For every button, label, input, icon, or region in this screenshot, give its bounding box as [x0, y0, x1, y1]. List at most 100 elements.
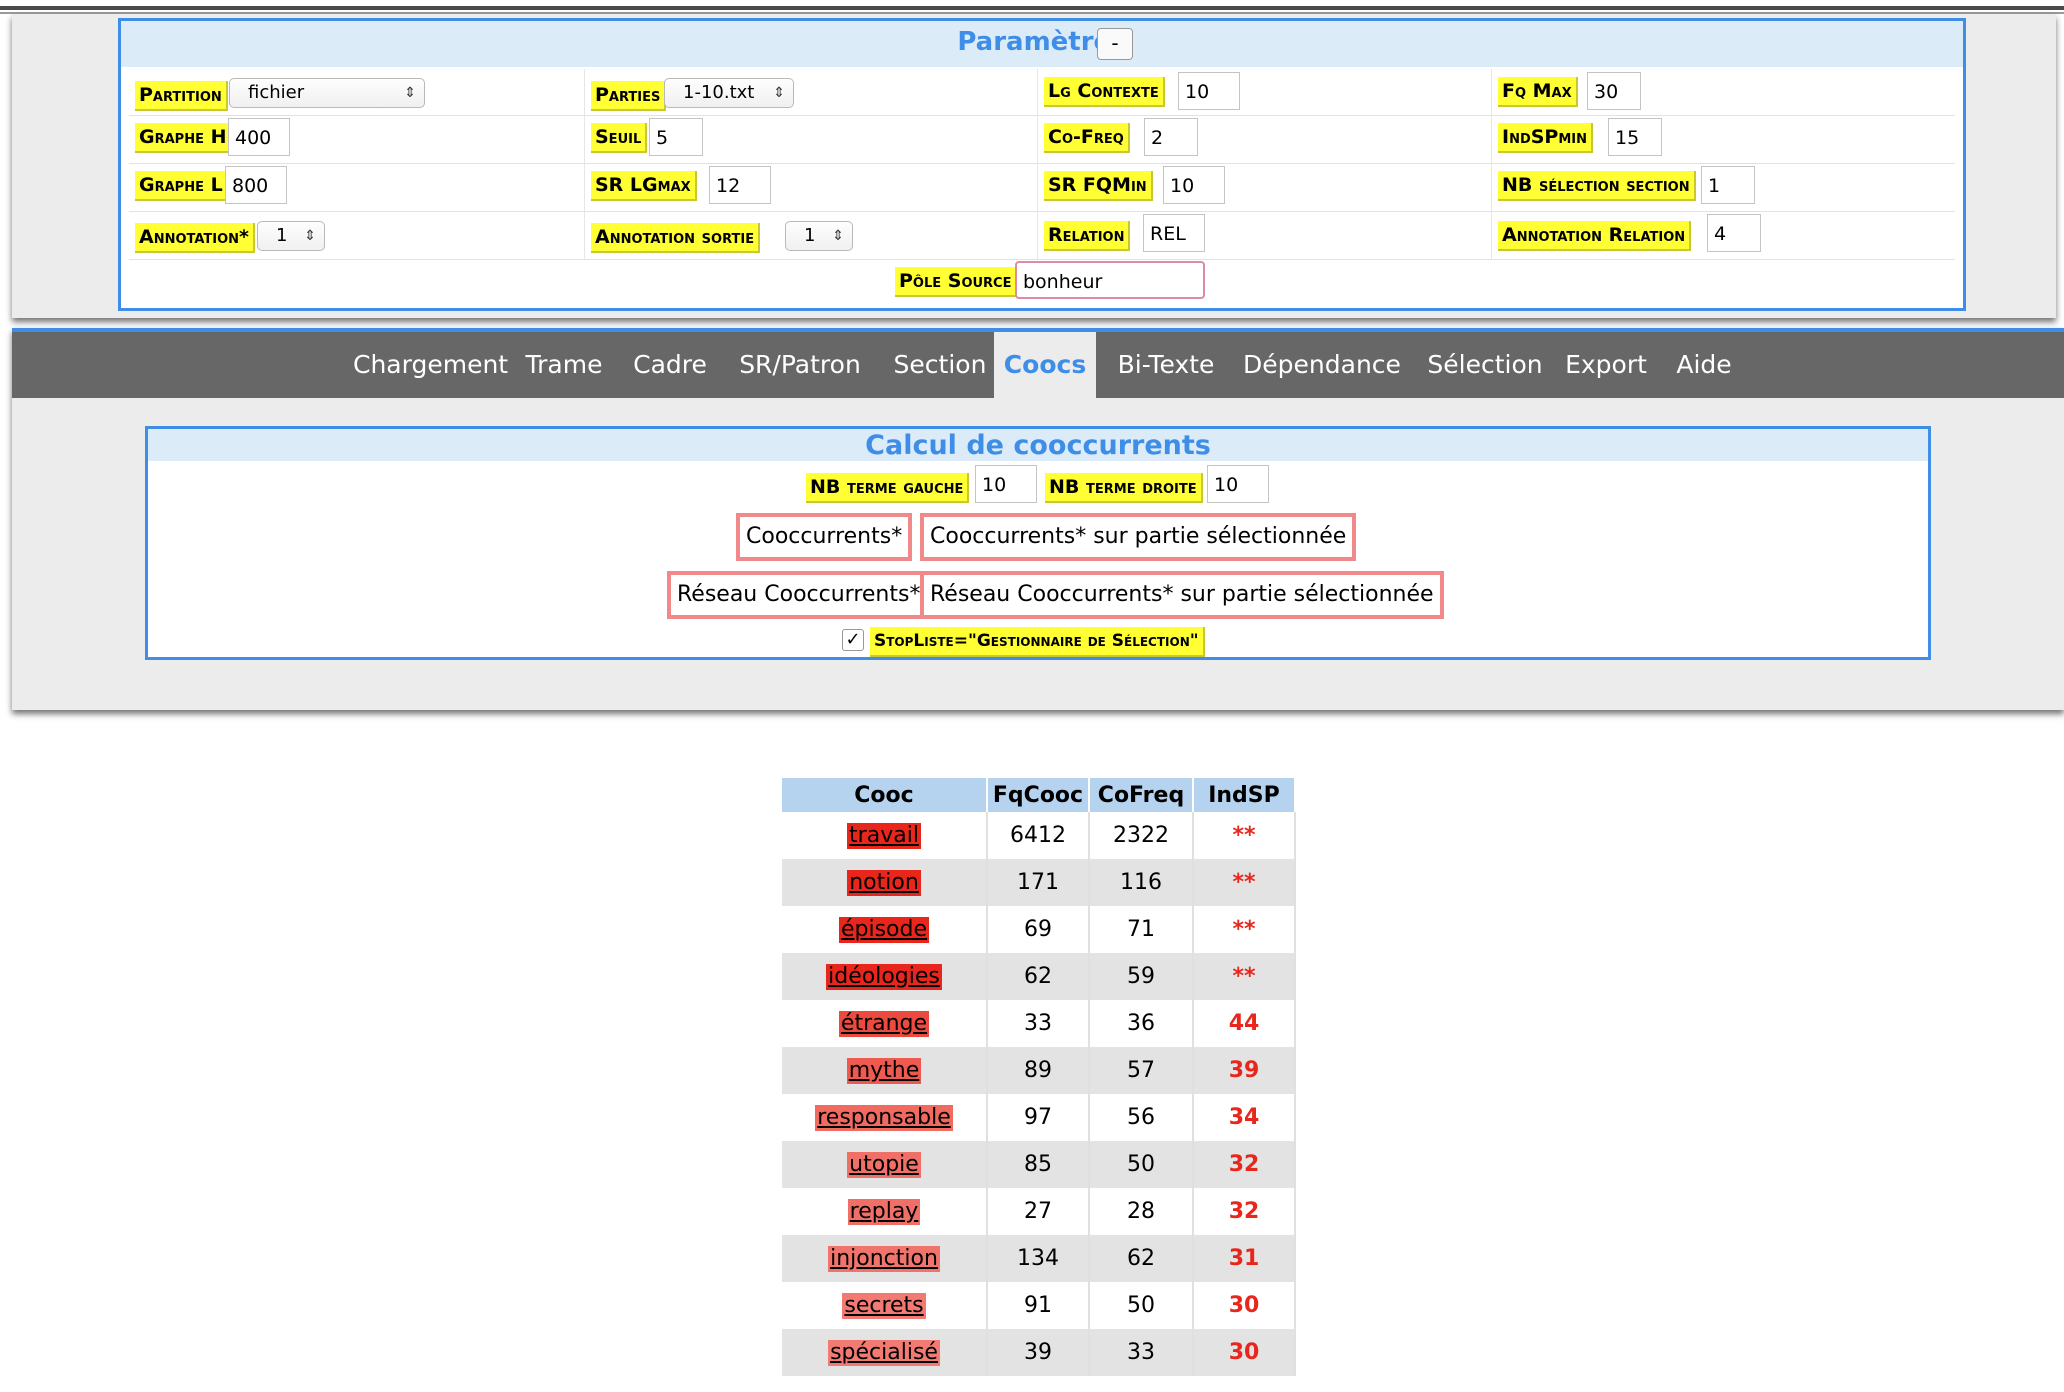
cooc-word-link[interactable]: spécialisé [828, 1339, 940, 1366]
indsp-cell: 32 [1193, 1188, 1296, 1235]
cofreq-cell: 50 [1089, 1282, 1194, 1329]
tab-trame[interactable]: Trame [523, 332, 605, 398]
tab-cadre[interactable]: Cadre [629, 332, 711, 398]
cooc-word-link[interactable]: mythe [846, 1057, 922, 1084]
relation-input[interactable]: REL [1143, 214, 1205, 252]
tab-aide[interactable]: Aide [1666, 332, 1742, 398]
sr-fqmin-input[interactable]: 10 [1163, 166, 1225, 204]
cooc-word-link[interactable]: notion [847, 869, 921, 896]
tab-chargement[interactable]: Chargement [353, 332, 508, 398]
indsp-cell: 32 [1193, 1141, 1296, 1188]
cell-divider [1491, 69, 1492, 115]
header-indsp[interactable]: IndSP [1193, 778, 1296, 812]
tab-bi-texte[interactable]: Bi-Texte [1110, 332, 1222, 398]
select-arrows-icon: ⇕ [404, 85, 416, 101]
select-arrows-icon: ⇕ [304, 228, 316, 244]
annotation-relation-input[interactable]: 4 [1707, 214, 1761, 252]
tab-section[interactable]: Section [885, 332, 995, 398]
cooc-results-table: Cooc FqCooc CoFreq IndSP travail 6412 2322… [782, 778, 1296, 1376]
partition-select-value: fichier [248, 82, 305, 103]
cell-divider [1491, 163, 1492, 211]
fqcooc-cell: 69 [987, 906, 1090, 953]
parameters-box: Paramètres - Partition fichier ⇕ Parties … [118, 18, 1966, 311]
cooc-word-link[interactable]: idéologies [826, 963, 942, 990]
pole-source-input[interactable]: bonheur [1015, 261, 1205, 299]
params-row-3: Graphe L 800 SR LGmax 12 SR FQMin 10 NB … [129, 163, 1955, 212]
fq-max-input[interactable]: 30 [1587, 72, 1641, 110]
cooc-cell: épisode [782, 906, 988, 953]
cofreq-cell: 71 [1089, 906, 1194, 953]
header-cooc[interactable]: Cooc [782, 778, 988, 812]
sr-fqmin-label: SR FQMin [1044, 171, 1153, 201]
indsp-cell: 30 [1193, 1282, 1296, 1329]
cell-divider [1037, 163, 1038, 211]
indsp-cell: 34 [1193, 1094, 1296, 1141]
nb-terme-droite-input[interactable]: 10 [1207, 465, 1269, 503]
table-row: replay 27 28 32 [782, 1188, 1296, 1235]
stopliste-checkbox[interactable]: ✓ [842, 629, 864, 651]
cofreq-cell: 28 [1089, 1188, 1194, 1235]
cooccurrents-partie-button[interactable]: Cooccurrents* sur partie sélectionnée [920, 513, 1357, 561]
indsp-cell: ** [1193, 906, 1296, 953]
cell-divider [584, 115, 585, 163]
cell-divider [584, 69, 585, 115]
seuil-input[interactable]: 5 [649, 118, 703, 156]
cooc-box: Calcul de cooccurrents NB terme gauche 1… [145, 426, 1931, 660]
cooc-word-link[interactable]: utopie [847, 1151, 921, 1178]
annotation-sortie-select[interactable]: 1 ⇕ [785, 221, 853, 251]
cofreq-cell: 56 [1089, 1094, 1194, 1141]
parties-select[interactable]: 1-10.txt ⇕ [664, 78, 794, 108]
stopliste-label: StopListe="Gestionnaire de Sélection" [870, 627, 1205, 657]
pole-source-label: Pôle Source [895, 267, 1018, 297]
top-border [0, 6, 2064, 10]
tab-coocs[interactable]: Coocs [994, 332, 1096, 398]
cell-divider [584, 211, 585, 259]
table-body: travail 6412 2322 ** notion 171 116 ** épisode 69… [782, 812, 1296, 1376]
nb-terme-gauche-input[interactable]: 10 [975, 465, 1037, 503]
tab-dependance[interactable]: Dépendance [1240, 332, 1404, 398]
graphe-l-input[interactable]: 800 [225, 166, 287, 204]
tab-selection[interactable]: Sélection [1420, 332, 1550, 398]
partition-select[interactable]: fichier ⇕ [229, 78, 425, 108]
main-panel: Chargement Trame Cadre SR/Patron Section… [12, 328, 2064, 710]
cooc-word-link[interactable]: travail [847, 822, 921, 849]
table-row: épisode 69 71 ** [782, 906, 1296, 953]
cooc-word-link[interactable]: épisode [838, 916, 930, 943]
cooc-cell: spécialisé [782, 1329, 988, 1376]
cooc-word-link[interactable]: secrets [842, 1292, 926, 1319]
cooc-cell: utopie [782, 1141, 988, 1188]
graphe-l-label: Graphe L [135, 171, 229, 201]
collapse-button[interactable]: - [1097, 28, 1133, 60]
cooccurrents-button[interactable]: Cooccurrents* [736, 513, 913, 561]
reseau-cooccurrents-button[interactable]: Réseau Cooccurrents* [667, 571, 931, 619]
graphe-h-label: Graphe H [135, 123, 233, 153]
table-row: responsable 97 56 34 [782, 1094, 1296, 1141]
header-cofreq[interactable]: CoFreq [1089, 778, 1194, 812]
sr-lgmax-input[interactable]: 12 [709, 166, 771, 204]
graphe-h-input[interactable]: 400 [228, 118, 290, 156]
cooc-word-link[interactable]: replay [847, 1198, 921, 1225]
cooc-word-link[interactable]: injonction [828, 1245, 940, 1272]
cooc-word-link[interactable]: étrange [838, 1010, 930, 1037]
fqcooc-cell: 27 [987, 1188, 1090, 1235]
annotation-select[interactable]: 1 ⇕ [257, 221, 325, 251]
tab-bar: Chargement Trame Cadre SR/Patron Section… [12, 332, 2064, 398]
header-fqcooc[interactable]: FqCooc [987, 778, 1090, 812]
reseau-cooccurrents-partie-button[interactable]: Réseau Cooccurrents* sur partie sélectio… [920, 571, 1444, 619]
seuil-label: Seuil [591, 123, 648, 153]
cell-divider [584, 163, 585, 211]
cooc-cell: injonction [782, 1235, 988, 1282]
parties-select-value: 1-10.txt [683, 82, 755, 103]
table-row: injonction 134 62 31 [782, 1235, 1296, 1282]
table-row: travail 6412 2322 ** [782, 812, 1296, 859]
cooc-word-link[interactable]: responsable [815, 1104, 953, 1131]
table-row: spécialisé 39 33 30 [782, 1329, 1296, 1376]
tab-sr-patron[interactable]: SR/Patron [734, 332, 866, 398]
co-freq-input[interactable]: 2 [1144, 118, 1198, 156]
cell-divider [1037, 115, 1038, 163]
indsp-min-input[interactable]: 15 [1608, 118, 1662, 156]
cofreq-cell: 33 [1089, 1329, 1194, 1376]
nb-selection-section-input[interactable]: 1 [1701, 166, 1755, 204]
lg-contexte-input[interactable]: 10 [1178, 72, 1240, 110]
tab-export[interactable]: Export [1561, 332, 1651, 398]
